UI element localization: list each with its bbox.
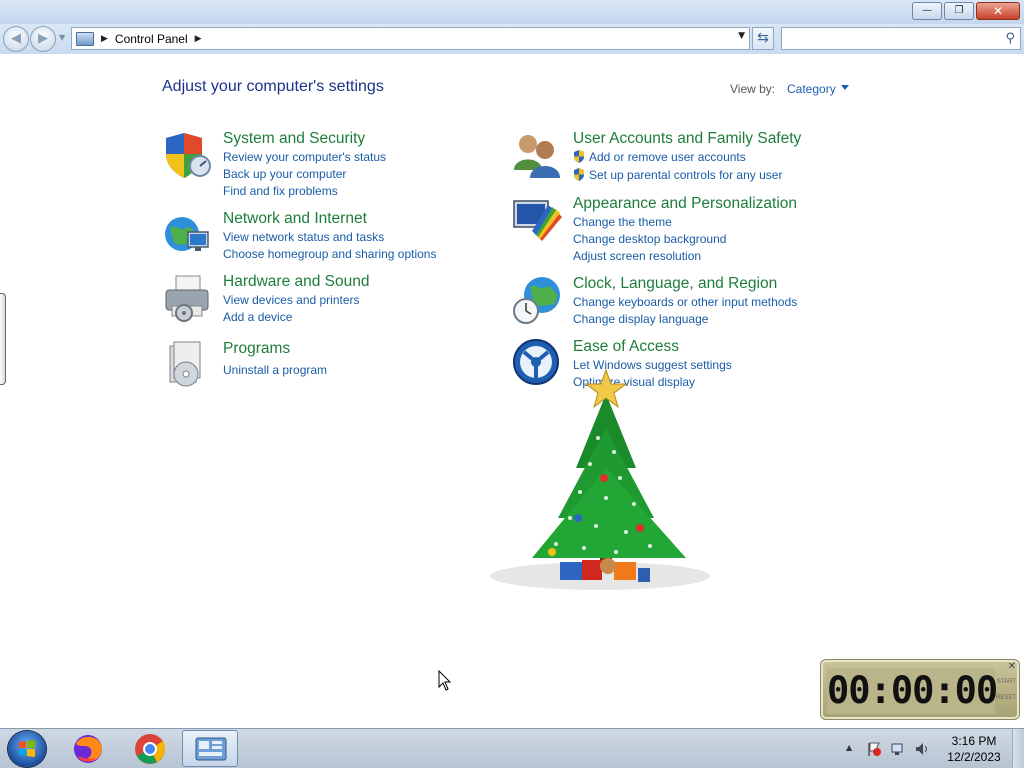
category-link[interactable]: Uninstall a program — [223, 363, 327, 377]
category-link[interactable]: Change desktop background — [573, 232, 726, 246]
refresh-button[interactable]: ⇆ — [752, 27, 774, 50]
sidebar-gadget-handle[interactable] — [0, 293, 6, 385]
stopwatch-reset-button[interactable]: RESET — [996, 695, 1016, 701]
clock-date: 12/2/2023 — [947, 750, 1001, 764]
category-link[interactable]: Choose homegroup and sharing options — [223, 247, 436, 261]
category-user-accounts: User Accounts and Family Safety Add or r… — [512, 130, 852, 186]
category-network-internet: Network and Internet View network status… — [162, 210, 482, 266]
address-bar[interactable]: ▶ Control Panel ▶ ▼ — [71, 27, 750, 50]
category-link[interactable]: View devices and printers — [223, 293, 360, 307]
taskbar-control-panel[interactable] — [182, 730, 238, 767]
category-title[interactable]: Clock, Language, and Region — [573, 275, 777, 293]
view-by-label: View by: — [730, 82, 776, 96]
category-title[interactable]: User Accounts and Family Safety — [573, 130, 801, 148]
search-box[interactable]: ⚲ — [781, 27, 1021, 50]
category-title[interactable]: Programs — [223, 340, 290, 358]
category-programs: Programs Uninstall a program — [162, 340, 482, 390]
category-link[interactable]: Change keyboards or other input methods — [573, 295, 797, 309]
gadget-close-button[interactable]: ✕ — [1008, 661, 1016, 672]
link-text[interactable]: Add or remove user accounts — [589, 150, 746, 164]
control-panel-icon — [195, 737, 227, 761]
category-clock-language: Clock, Language, and Region Change keybo… — [512, 275, 852, 331]
stopwatch-start-button[interactable]: START — [997, 679, 1016, 685]
category-link[interactable]: Set up parental controls for any user — [573, 168, 782, 182]
category-link[interactable]: View network status and tasks — [223, 230, 384, 244]
firefox-icon — [74, 735, 102, 763]
programs-icon[interactable] — [162, 340, 212, 390]
category-link[interactable]: Add or remove user accounts — [573, 150, 746, 164]
back-button[interactable]: ◀ — [3, 26, 29, 52]
volume-icon[interactable] — [914, 741, 930, 757]
navigation-bar: ◀ ▶ ▼ ▶ Control Panel ▶ ▼ ⇆ ⚲ — [0, 24, 1024, 54]
network-icon[interactable] — [890, 741, 906, 757]
minimize-button[interactable]: — — [912, 2, 942, 20]
uac-shield-icon — [574, 150, 584, 163]
category-hardware-sound: Hardware and Sound View devices and prin… — [162, 273, 482, 329]
recent-pages-dropdown[interactable]: ▼ — [59, 33, 65, 42]
category-link[interactable]: Change the theme — [573, 215, 672, 229]
category-link[interactable]: Back up your computer — [223, 167, 346, 181]
search-input[interactable] — [786, 29, 996, 49]
chrome-icon — [135, 734, 166, 764]
clock-time: 3:16 PM — [951, 734, 997, 748]
show-desktop-button[interactable] — [1012, 729, 1024, 768]
close-button[interactable]: ✕ — [976, 2, 1020, 20]
control-panel-small-icon — [76, 31, 94, 46]
stopwatch-display: 00:00:00 — [827, 668, 998, 714]
action-center-flag-icon[interactable] — [866, 741, 882, 757]
appearance-monitor-icon[interactable] — [512, 195, 562, 245]
globe-clock-icon[interactable] — [512, 275, 562, 325]
category-title[interactable]: Ease of Access — [573, 338, 679, 356]
uac-shield-icon — [574, 168, 584, 181]
category-title[interactable]: Hardware and Sound — [223, 273, 370, 291]
mouse-cursor-icon — [438, 670, 452, 691]
breadcrumb-control-panel[interactable]: Control Panel — [115, 32, 188, 46]
start-button[interactable] — [8, 731, 46, 767]
control-panel-content: Adjust your computer's settings View by:… — [0, 54, 1024, 728]
breadcrumb-arrow-icon[interactable]: ▶ — [101, 34, 108, 44]
stopwatch-digits: 00:00:00 — [827, 669, 998, 712]
forward-button[interactable]: ▶ — [30, 26, 56, 52]
breadcrumb-arrow-icon[interactable]: ▶ — [195, 34, 202, 44]
christmas-tree-gadget[interactable] — [480, 368, 720, 604]
taskbar-firefox[interactable] — [60, 730, 116, 767]
users-icon[interactable] — [512, 130, 562, 180]
window-controls: — ❐ ✕ — [912, 2, 1020, 20]
show-hidden-icons-button[interactable]: ▲ — [846, 743, 852, 752]
title-bar: — ❐ ✕ — [0, 0, 1024, 24]
view-by-caret-icon[interactable] — [841, 85, 849, 90]
category-title[interactable]: System and Security — [223, 130, 365, 148]
page-title: Adjust your computer's settings — [162, 78, 384, 95]
windows-logo-icon — [19, 740, 35, 757]
category-title[interactable]: Network and Internet — [223, 210, 367, 228]
category-appearance: Appearance and Personalization Change th… — [512, 195, 852, 265]
taskbar: ▲ 3:16 PM 12/2/2023 — [0, 728, 1024, 768]
printer-icon[interactable] — [162, 273, 212, 323]
category-link[interactable]: Review your computer's status — [223, 150, 386, 164]
category-link[interactable]: Adjust screen resolution — [573, 249, 701, 263]
taskbar-clock[interactable]: 3:16 PM 12/2/2023 — [944, 733, 1004, 765]
search-icon[interactable]: ⚲ — [1005, 31, 1015, 46]
network-globe-icon[interactable] — [162, 210, 212, 260]
category-link[interactable]: Find and fix problems — [223, 184, 338, 198]
address-dropdown-icon[interactable]: ▼ — [738, 31, 745, 41]
taskbar-chrome[interactable] — [122, 730, 178, 767]
category-system-security: System and Security Review your computer… — [162, 130, 482, 200]
view-by-dropdown[interactable]: Category — [787, 82, 836, 96]
category-link[interactable]: Change display language — [573, 312, 708, 326]
link-text[interactable]: Set up parental controls for any user — [589, 168, 782, 182]
shield-icon[interactable] — [162, 130, 212, 180]
stopwatch-gadget: 00:00:00 ✕ START RESET — [820, 659, 1020, 720]
category-title[interactable]: Appearance and Personalization — [573, 195, 797, 213]
category-link[interactable]: Add a device — [223, 310, 292, 324]
maximize-button[interactable]: ❐ — [944, 2, 974, 20]
